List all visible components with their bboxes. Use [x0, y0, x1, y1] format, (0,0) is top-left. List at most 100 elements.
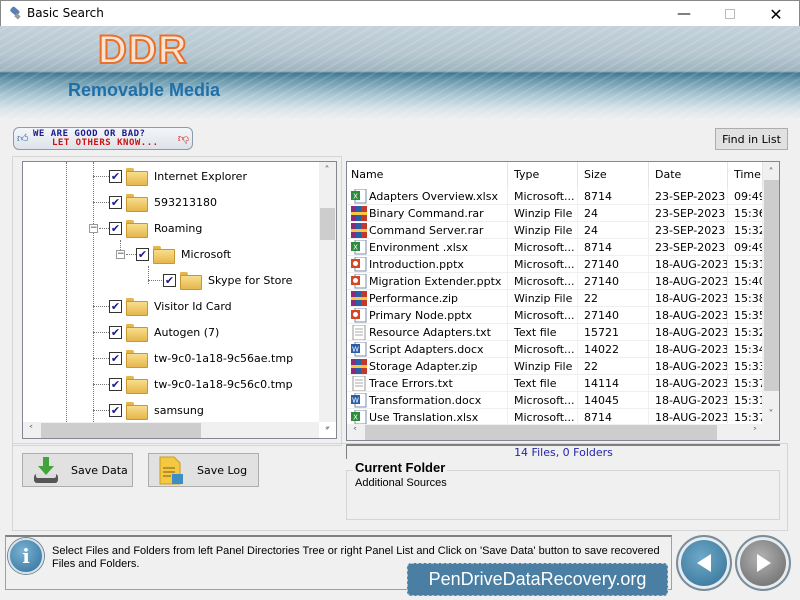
file-name: Use Translation.xlsx [369, 410, 479, 424]
checkbox[interactable]: ✔ [109, 351, 122, 365]
file-name: Adapters Overview.xlsx [369, 189, 498, 203]
file-time-cell: 15:38 [728, 289, 763, 307]
file-time-cell: 09:49 [728, 238, 763, 256]
tree-item[interactable]: ✔ Visitor Id Card [109, 296, 232, 316]
thumbs-down-icon: 👎︎ [177, 132, 189, 145]
file-name-cell: Migration Extender.pptx [347, 272, 508, 290]
minimize-button[interactable]: — [661, 1, 707, 27]
minimize-icon: — [677, 6, 691, 22]
tree-item[interactable]: ✔ 593213180 [109, 192, 217, 212]
table-row[interactable]: W Transformation.docx Microsoft... 14045 18-… [347, 391, 763, 409]
file-type-cell: Winzip File [508, 289, 578, 307]
table-row[interactable]: Migration Extender.pptx Microsoft... 27140… [347, 272, 763, 290]
scroll-thumb[interactable] [320, 208, 335, 240]
scroll-thumb[interactable] [365, 425, 717, 440]
checkbox[interactable]: ✔ [136, 247, 149, 261]
powerpoint-file-icon [351, 273, 367, 289]
scroll-up-icon[interactable]: ˄ [319, 162, 335, 178]
checkbox[interactable]: ✔ [163, 273, 176, 287]
scroll-left-icon[interactable]: ˂ [23, 422, 39, 438]
table-row[interactable]: Performance.zip Winzip File 22 18-AUG-2023 1… [347, 289, 763, 307]
back-button[interactable] [676, 535, 732, 591]
file-name: Primary Node.pptx [369, 308, 472, 322]
thumbs-up-icon: 👍︎ [17, 132, 29, 145]
archive-file-icon [351, 205, 367, 221]
checkbox[interactable]: ✔ [109, 377, 122, 391]
scroll-left-icon[interactable]: ˂ [347, 424, 363, 440]
table-row[interactable]: X Environment .xlsx Microsoft... 8714 23-SEP… [347, 238, 763, 256]
tree-vertical-scrollbar[interactable]: ˄ ˅ [319, 162, 336, 438]
table-row[interactable]: Storage Adapter.zip Winzip File 22 18-AUG-2… [347, 357, 763, 375]
directory-tree[interactable]: − − ✔ Internet Explorer ✔ 593213180 ✔ Roami… [22, 161, 337, 439]
column-header-size[interactable]: Size [578, 162, 649, 188]
checkbox[interactable]: ✔ [109, 195, 122, 209]
scroll-thumb[interactable] [764, 180, 779, 391]
website-link[interactable]: PenDriveDataRecovery.org [407, 563, 668, 596]
file-size-cell: 27140 [578, 272, 649, 290]
tree-item[interactable]: ✔ tw-9c0-1a18-9c56ae.tmp [109, 348, 293, 368]
table-row[interactable]: Primary Node.pptx Microsoft... 27140 18-AUG… [347, 306, 763, 324]
checkbox[interactable]: ✔ [109, 221, 122, 235]
maximize-button[interactable] [707, 1, 753, 27]
tree-item[interactable]: ✔ Autogen (7) [109, 322, 219, 342]
list-horizontal-scrollbar[interactable]: ˂ ˃ [347, 424, 779, 440]
tree-item[interactable]: ✔ Skype for Store [163, 270, 292, 290]
next-button[interactable] [735, 535, 791, 591]
file-name: Introduction.pptx [369, 257, 464, 271]
file-type-cell: Microsoft... [508, 408, 578, 426]
svg-text:X: X [353, 192, 358, 200]
collapse-microsoft-toggle[interactable]: − [116, 250, 125, 259]
list-vertical-scrollbar[interactable]: ˄ ˅ [763, 162, 779, 424]
tree-horizontal-scrollbar[interactable]: ˂ [23, 422, 319, 438]
save-data-button[interactable]: Save Data [22, 453, 133, 487]
tree-item[interactable]: ✔ samsung [109, 400, 204, 420]
scroll-down-icon[interactable]: ˅ [763, 406, 779, 422]
file-time-cell: 15:32 [728, 323, 763, 341]
find-in-list-button[interactable]: Find in List [715, 128, 788, 150]
close-button[interactable]: ✕ [753, 1, 799, 27]
table-row[interactable]: W Script Adapters.docx Microsoft... 14022 18… [347, 340, 763, 358]
column-header-type[interactable]: Type [508, 162, 578, 188]
file-size-cell: 14045 [578, 391, 649, 409]
column-header-time[interactable]: Time [728, 162, 763, 188]
file-size-cell: 8714 [578, 408, 649, 426]
table-row[interactable]: Binary Command.rar Winzip File 24 23-SEP-20… [347, 204, 763, 222]
file-name: Trace Errors.txt [369, 376, 453, 390]
file-list[interactable]: Name Type Size Date Time X Adapters Overv… [346, 161, 780, 441]
file-name-cell: Trace Errors.txt [347, 374, 508, 392]
scroll-thumb[interactable] [41, 423, 201, 438]
table-row[interactable]: Trace Errors.txt Text file 14114 18-AUG-202… [347, 374, 763, 392]
column-header-date[interactable]: Date [649, 162, 728, 188]
column-header-name[interactable]: Name [347, 162, 508, 188]
table-row[interactable]: Introduction.pptx Microsoft... 27140 18-AUG… [347, 255, 763, 273]
file-name-cell: X Environment .xlsx [347, 238, 508, 256]
checkbox[interactable]: ✔ [109, 169, 122, 183]
file-name-cell: Resource Adapters.txt [347, 323, 508, 341]
tree-item[interactable]: ✔ Roaming [109, 218, 202, 238]
tree-item[interactable]: ✔ Microsoft [136, 244, 231, 264]
checkbox[interactable]: ✔ [109, 299, 122, 313]
folder-icon [126, 402, 148, 420]
scroll-down-icon[interactable]: ˅ [320, 423, 336, 438]
scroll-up-icon[interactable]: ˄ [763, 164, 779, 180]
file-name-cell: Primary Node.pptx [347, 306, 508, 324]
file-time-cell: 15:37 [728, 374, 763, 392]
scroll-right-icon[interactable]: ˃ [747, 424, 763, 440]
checkbox[interactable]: ✔ [109, 403, 122, 417]
collapse-roaming-toggle[interactable]: − [89, 224, 98, 233]
save-log-button[interactable]: Save Log [148, 453, 259, 487]
table-row[interactable]: Command Server.rar Winzip File 24 23-SEP-20… [347, 221, 763, 239]
file-type-cell: Text file [508, 323, 578, 341]
svg-text:X: X [353, 413, 358, 421]
checkbox[interactable]: ✔ [109, 325, 122, 339]
file-date-cell: 18-AUG-2023 [649, 272, 728, 290]
tree-item[interactable]: ✔ Internet Explorer [109, 166, 247, 186]
table-row[interactable]: Resource Adapters.txt Text file 15721 18-AU… [347, 323, 763, 341]
file-type-cell: Microsoft... [508, 306, 578, 324]
table-row[interactable]: X Adapters Overview.xlsx Microsoft... 8714 2… [347, 187, 763, 205]
feedback-button[interactable]: 👍︎ WE ARE GOOD OR BAD? LET OTHERS KNOW..… [13, 127, 193, 150]
file-time-cell: 09:49 [728, 187, 763, 205]
tree-item[interactable]: ✔ tw-9c0-1a18-9c56c0.tmp [109, 374, 293, 394]
file-name-cell: Command Server.rar [347, 221, 508, 239]
file-time-cell: 15:32 [728, 221, 763, 239]
